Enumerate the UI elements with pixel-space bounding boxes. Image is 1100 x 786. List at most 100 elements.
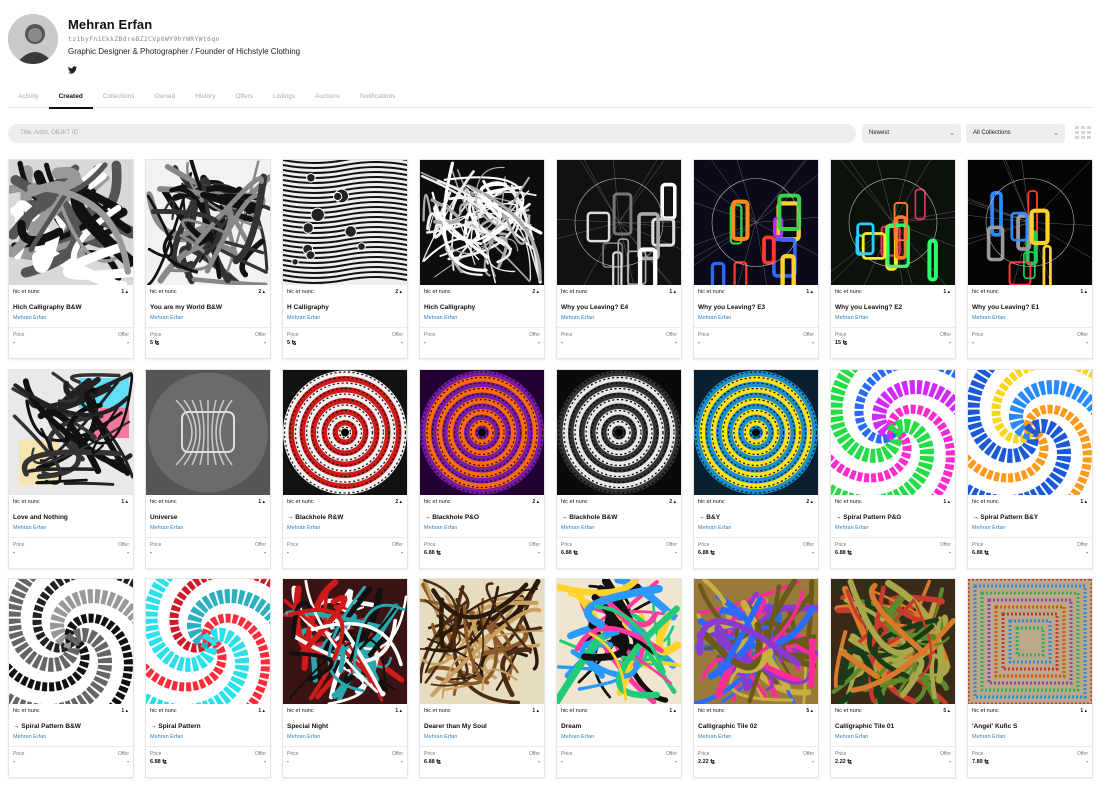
creator-link[interactable]: Mehran Erfan <box>698 734 814 740</box>
objkt-card[interactable]: hic et nunc 2 ▴ → Blackhole B&W Mehran E… <box>556 369 682 569</box>
objkt-card[interactable]: hic et nunc 1 ▴ Why you Leaving? E4 Mehr… <box>556 159 682 359</box>
objkt-title[interactable]: Love and Nothing <box>13 514 129 521</box>
objkt-title[interactable]: → Spiral Pattern B&Y <box>972 514 1088 521</box>
objkt-thumbnail[interactable] <box>283 579 407 704</box>
objkt-card[interactable]: hic et nunc 1 ▴ → Spiral Pattern B&W Meh… <box>8 578 134 778</box>
creator-link[interactable]: Mehran Erfan <box>835 734 951 740</box>
avatar[interactable] <box>8 14 58 64</box>
objkt-title[interactable]: Hich Calligraphy <box>424 304 540 311</box>
objkt-card[interactable]: hic et nunc 1 ▴ Why you Leaving? E3 Mehr… <box>693 159 819 359</box>
creator-link[interactable]: Mehran Erfan <box>561 315 677 321</box>
objkt-title[interactable]: → B&Y <box>698 514 814 521</box>
creator-link[interactable]: Mehran Erfan <box>424 315 540 321</box>
creator-link[interactable]: Mehran Erfan <box>698 315 814 321</box>
objkt-card[interactable]: hic et nunc 1 ▴ Special Night Mehran Erf… <box>282 578 408 778</box>
creator-link[interactable]: Mehran Erfan <box>287 525 403 531</box>
tab-owned[interactable]: Owned <box>145 90 186 108</box>
creator-link[interactable]: Mehran Erfan <box>287 315 403 321</box>
objkt-thumbnail[interactable] <box>831 579 955 704</box>
objkt-title[interactable]: Special Night <box>287 723 403 730</box>
objkt-card[interactable]: hic et nunc 1 ▴ Dearer than My Soul Mehr… <box>419 578 545 778</box>
grid-view-icon[interactable] <box>1075 126 1091 140</box>
collection-select[interactable]: All Collections ⌄ <box>966 124 1065 143</box>
objkt-thumbnail[interactable] <box>283 160 407 285</box>
objkt-title[interactable]: → Blackhole P&O <box>424 514 540 521</box>
objkt-card[interactable]: hic et nunc 1 ▴ Why you Leaving? E2 Mehr… <box>830 159 956 359</box>
creator-link[interactable]: Mehran Erfan <box>561 734 677 740</box>
objkt-card[interactable]: hic et nunc 1 ▴ Hich Calligraphy B&W Meh… <box>8 159 134 359</box>
objkt-thumbnail[interactable] <box>557 160 681 285</box>
objkt-thumbnail[interactable] <box>9 160 133 285</box>
objkt-title[interactable]: Why you Leaving? E2 <box>835 304 951 311</box>
objkt-card[interactable]: hic et nunc 1 ▴ → Spiral Pattern P&G Meh… <box>830 369 956 569</box>
objkt-card[interactable]: hic et nunc 2 ▴ → Blackhole R&W Mehran E… <box>282 369 408 569</box>
creator-link[interactable]: Mehran Erfan <box>287 734 403 740</box>
creator-link[interactable]: Mehran Erfan <box>698 525 814 531</box>
objkt-title[interactable]: → Spiral Pattern P&G <box>835 514 951 521</box>
tab-notifications[interactable]: Notifications <box>350 90 405 108</box>
objkt-thumbnail[interactable] <box>420 370 544 495</box>
tab-history[interactable]: History <box>185 90 225 108</box>
objkt-thumbnail[interactable] <box>968 579 1092 704</box>
objkt-thumbnail[interactable] <box>9 370 133 495</box>
tab-listings[interactable]: Listings <box>263 90 305 108</box>
objkt-title[interactable]: Why you Leaving? E4 <box>561 304 677 311</box>
objkt-card[interactable]: hic et nunc 1 ▴ 'Angel' Kufic S Mehran E… <box>967 578 1093 778</box>
objkt-thumbnail[interactable] <box>146 579 270 704</box>
objkt-card[interactable]: hic et nunc 2 ▴ You are my World B&W Meh… <box>145 159 271 359</box>
objkt-title[interactable]: H Calligraphy <box>287 304 403 311</box>
objkt-thumbnail[interactable] <box>146 160 270 285</box>
creator-link[interactable]: Mehran Erfan <box>150 315 266 321</box>
objkt-card[interactable]: hic et nunc 5 ▴ Calligraphic Tile 02 Meh… <box>693 578 819 778</box>
objkt-thumbnail[interactable] <box>694 579 818 704</box>
creator-link[interactable]: Mehran Erfan <box>13 525 129 531</box>
objkt-title[interactable]: Hich Calligraphy B&W <box>13 304 129 311</box>
creator-link[interactable]: Mehran Erfan <box>150 525 266 531</box>
tab-activity[interactable]: Activity <box>8 90 49 108</box>
objkt-card[interactable]: hic et nunc 2 ▴ → B&Y Mehran Erfan Price… <box>693 369 819 569</box>
objkt-thumbnail[interactable] <box>831 160 955 285</box>
creator-link[interactable]: Mehran Erfan <box>972 525 1088 531</box>
objkt-title[interactable]: → Blackhole B&W <box>561 514 677 521</box>
creator-link[interactable]: Mehran Erfan <box>972 734 1088 740</box>
objkt-title[interactable]: Calligraphic Tile 01 <box>835 723 951 730</box>
tab-auctions[interactable]: Auctions <box>305 90 350 108</box>
objkt-title[interactable]: → Blackhole R&W <box>287 514 403 521</box>
objkt-thumbnail[interactable] <box>968 160 1092 285</box>
objkt-card[interactable]: hic et nunc 1 ▴ Dream Mehran Erfan Price… <box>556 578 682 778</box>
search-input[interactable]: Title, Artist, OBJKT ID <box>8 124 856 143</box>
creator-link[interactable]: Mehran Erfan <box>150 734 266 740</box>
objkt-title[interactable]: Why you Leaving? E1 <box>972 304 1088 311</box>
creator-link[interactable]: Mehran Erfan <box>972 315 1088 321</box>
tab-created[interactable]: Created <box>48 90 94 109</box>
objkt-thumbnail[interactable] <box>831 370 955 495</box>
objkt-thumbnail[interactable] <box>694 160 818 285</box>
twitter-icon[interactable] <box>68 61 77 74</box>
creator-link[interactable]: Mehran Erfan <box>424 525 540 531</box>
objkt-card[interactable]: hic et nunc 1 ▴ Love and Nothing Mehran … <box>8 369 134 569</box>
objkt-card[interactable]: hic et nunc 1 ▴ Universe Mehran Erfan Pr… <box>145 369 271 569</box>
objkt-card[interactable]: hic et nunc 1 ▴ Why you Leaving? E1 Mehr… <box>967 159 1093 359</box>
objkt-card[interactable]: hic et nunc 1 ▴ → Spiral Pattern B&Y Meh… <box>967 369 1093 569</box>
creator-link[interactable]: Mehran Erfan <box>13 734 129 740</box>
creator-link[interactable]: Mehran Erfan <box>13 315 129 321</box>
objkt-thumbnail[interactable] <box>420 579 544 704</box>
objkt-card[interactable]: hic et nunc 2 ▴ H Calligraphy Mehran Erf… <box>282 159 408 359</box>
tab-collections[interactable]: Collections <box>93 90 145 108</box>
objkt-thumbnail[interactable] <box>968 370 1092 495</box>
objkt-thumbnail[interactable] <box>9 579 133 704</box>
objkt-title[interactable]: Calligraphic Tile 02 <box>698 723 814 730</box>
objkt-title[interactable]: You are my World B&W <box>150 304 266 311</box>
objkt-card[interactable]: hic et nunc 5 ▴ Calligraphic Tile 01 Meh… <box>830 578 956 778</box>
objkt-thumbnail[interactable] <box>283 370 407 495</box>
objkt-title[interactable]: Why you Leaving? E3 <box>698 304 814 311</box>
objkt-title[interactable]: Universe <box>150 514 266 521</box>
objkt-thumbnail[interactable] <box>694 370 818 495</box>
objkt-card[interactable]: hic et nunc 2 ▴ Hich Calligraphy Mehran … <box>419 159 545 359</box>
objkt-title[interactable]: → Spiral Pattern <box>150 723 266 730</box>
tab-offers[interactable]: Offers <box>225 90 263 108</box>
objkt-card[interactable]: hic et nunc 2 ▴ → Blackhole P&O Mehran E… <box>419 369 545 569</box>
objkt-thumbnail[interactable] <box>557 370 681 495</box>
creator-link[interactable]: Mehran Erfan <box>835 315 951 321</box>
objkt-title[interactable]: 'Angel' Kufic S <box>972 723 1088 730</box>
